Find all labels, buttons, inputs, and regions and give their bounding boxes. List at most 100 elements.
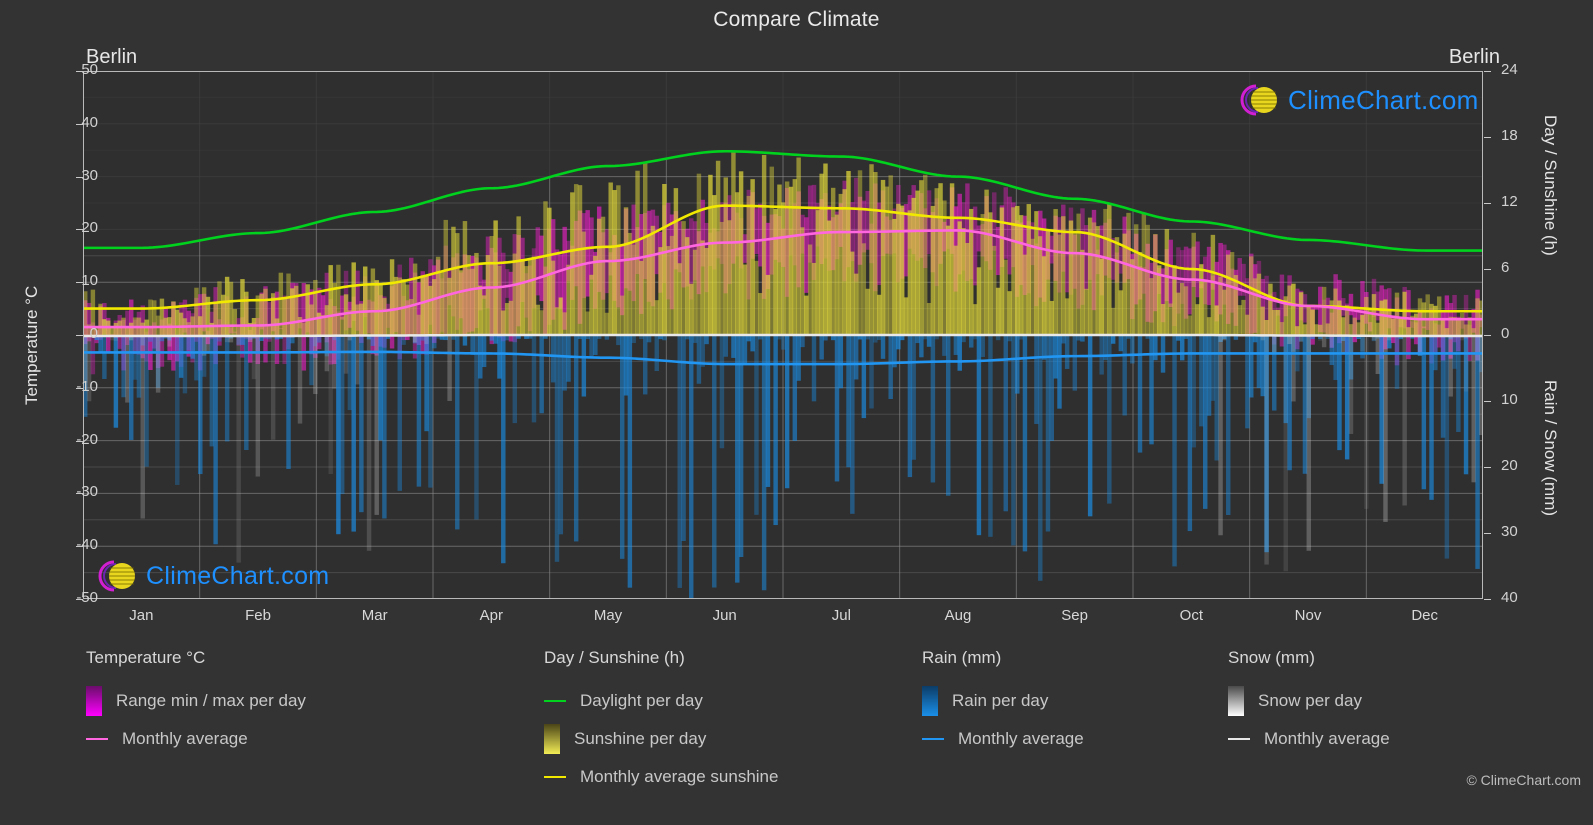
y-tick-label-right-bottom: 20 xyxy=(1501,457,1518,474)
watermark-text-bottom: ClimeChart.com xyxy=(146,561,330,590)
series-line-snow-monthly-average xyxy=(83,333,1483,338)
y-tick-label-right-top: 24 xyxy=(1501,61,1518,78)
legend-item[interactable]: Range min / max per day xyxy=(86,682,306,720)
copyright-text: © ClimeChart.com xyxy=(1466,772,1581,788)
legend-item-label: Snow per day xyxy=(1258,691,1362,710)
legend-swatch-line xyxy=(544,700,566,702)
y-tick-mark-right-top xyxy=(1484,203,1491,204)
y-tick-mark-left xyxy=(76,229,83,231)
x-tick-label-aug: Aug xyxy=(944,607,972,624)
legend-item-label: Sunshine per day xyxy=(574,729,707,748)
legend-group-title: Snow (mm) xyxy=(1228,648,1315,667)
y-tick-mark-left xyxy=(76,123,83,125)
legend-swatch-box xyxy=(922,686,938,716)
y-tick-mark-right-top xyxy=(1484,335,1491,336)
plot-area xyxy=(83,71,1483,599)
y-tick-label-left: -30 xyxy=(76,483,98,501)
y-axis-label-right-top: Day / Sunshine (h) xyxy=(1541,115,1560,256)
x-tick-label-mar: Mar xyxy=(361,607,388,624)
watermark-text-top: ClimeChart.com xyxy=(1288,84,1479,115)
y-tick-label-left: 50 xyxy=(81,61,98,78)
city-label-right: Berlin xyxy=(1448,46,1500,68)
legend-group-day-sunshine-h-: Day / Sunshine (h) Daylight per day Sunshi… xyxy=(544,648,778,796)
legend-item[interactable]: Snow per day xyxy=(1228,682,1390,720)
watermark-logo-bottom: ClimeChart.com xyxy=(92,556,329,596)
x-tick-label-jan: Jan xyxy=(129,607,154,624)
x-tick-label-may: May xyxy=(593,607,623,624)
legend-swatch-box xyxy=(544,724,560,754)
y-tick-mark-left xyxy=(76,546,83,548)
legend-swatch-line xyxy=(544,776,566,778)
y-tick-mark-left xyxy=(76,71,83,72)
legend-group-rain-mm-: Rain (mm) Rain per day Monthly average xyxy=(922,648,1084,758)
legend-item-label: Monthly average sunshine xyxy=(580,767,779,786)
y-tick-label-right-top: 6 xyxy=(1501,259,1510,276)
y-tick-label-left: 0 xyxy=(89,325,98,342)
legend-group-temperature-c: Temperature °C Range min / max per day Mon… xyxy=(86,648,306,758)
y-tick-mark-right-bottom xyxy=(1484,533,1491,534)
legend-group-title: Day / Sunshine (h) xyxy=(544,648,685,667)
y-tick-label-right-top: 12 xyxy=(1501,193,1518,210)
y-tick-mark-right-bottom xyxy=(1484,467,1491,468)
y-tick-mark-right-top xyxy=(1484,269,1491,270)
legend-item[interactable]: Monthly average xyxy=(1228,720,1390,758)
legend-item-label: Rain per day xyxy=(952,691,1049,710)
x-tick-label-nov: Nov xyxy=(1294,607,1322,624)
legend-swatch-box xyxy=(1228,686,1244,716)
legend-item[interactable]: Monthly average xyxy=(922,720,1084,758)
y-tick-label-left: -40 xyxy=(76,536,98,554)
x-tick-label-feb: Feb xyxy=(245,607,271,624)
legend-item-label: Monthly average xyxy=(958,729,1084,748)
y-tick-mark-left xyxy=(76,387,83,389)
climechart-logo-icon xyxy=(1240,84,1277,116)
legend-item[interactable]: Sunshine per day xyxy=(544,720,778,758)
y-tick-mark-right-bottom xyxy=(1484,401,1491,402)
y-tick-label-left: 10 xyxy=(81,272,98,290)
legend-group-snow-mm-: Snow (mm) Snow per day Monthly average xyxy=(1228,648,1390,758)
page-title: Compare Climate xyxy=(713,8,880,31)
legend-item-label: Monthly average xyxy=(1264,729,1390,748)
legend-group-title: Temperature °C xyxy=(86,648,206,667)
y-tick-mark-right-bottom xyxy=(1484,599,1491,600)
y-tick-label-left: 30 xyxy=(81,166,98,184)
y-tick-label-left: -20 xyxy=(76,430,98,448)
legend-item-label: Monthly average xyxy=(122,729,248,748)
legend-swatch-line xyxy=(1228,738,1250,740)
y-tick-mark-right-top xyxy=(1484,71,1491,72)
chart-legend: Temperature °C Range min / max per day Mon… xyxy=(0,648,1593,808)
y-tick-label-left: 40 xyxy=(81,113,98,131)
legend-item-label: Daylight per day xyxy=(580,691,703,710)
x-tick-label-jul: Jul xyxy=(831,607,851,624)
y-axis-label-left: Temperature °C xyxy=(22,285,41,405)
legend-swatch-line xyxy=(922,738,944,740)
y-tick-label-left: 20 xyxy=(81,219,98,237)
y-tick-label-right-top: 0 xyxy=(1501,325,1510,342)
legend-swatch-line xyxy=(86,738,108,740)
y-tick-mark-left xyxy=(76,335,83,336)
x-tick-label-apr: Apr xyxy=(479,607,503,624)
legend-swatch-box xyxy=(86,686,102,716)
chart-canvas xyxy=(83,71,1483,599)
y-tick-label-left: -10 xyxy=(76,377,98,395)
climate-chart-page: Compare Climate Berlin Berlin 50 40 30 20 10… xyxy=(0,0,1593,825)
y-tick-mark-left xyxy=(76,599,83,600)
y-axis-label-right-bottom: Rain / Snow (mm) xyxy=(1541,380,1560,517)
legend-item[interactable]: Monthly average xyxy=(86,720,306,758)
y-tick-label-right-bottom: 30 xyxy=(1501,523,1518,540)
x-tick-label-dec: Dec xyxy=(1411,607,1438,624)
y-tick-mark-left xyxy=(76,282,83,284)
watermark-logo-top: ClimeChart.com xyxy=(1234,80,1479,120)
y-tick-label-right-top: 18 xyxy=(1501,127,1518,144)
legend-item[interactable]: Rain per day xyxy=(922,682,1084,720)
y-tick-mark-left xyxy=(76,440,83,442)
climechart-logo-icon-bottom xyxy=(98,560,135,592)
y-tick-mark-left xyxy=(76,176,83,178)
x-tick-label-oct: Oct xyxy=(1179,607,1203,624)
x-tick-label-jun: Jun xyxy=(712,607,737,624)
y-tick-mark-left xyxy=(76,493,83,495)
legend-item[interactable]: Monthly average sunshine xyxy=(544,758,778,796)
legend-item[interactable]: Daylight per day xyxy=(544,682,778,720)
y-tick-mark-right-top xyxy=(1484,137,1491,138)
x-tick-label-sep: Sep xyxy=(1061,607,1088,624)
legend-item-label: Range min / max per day xyxy=(116,691,306,710)
